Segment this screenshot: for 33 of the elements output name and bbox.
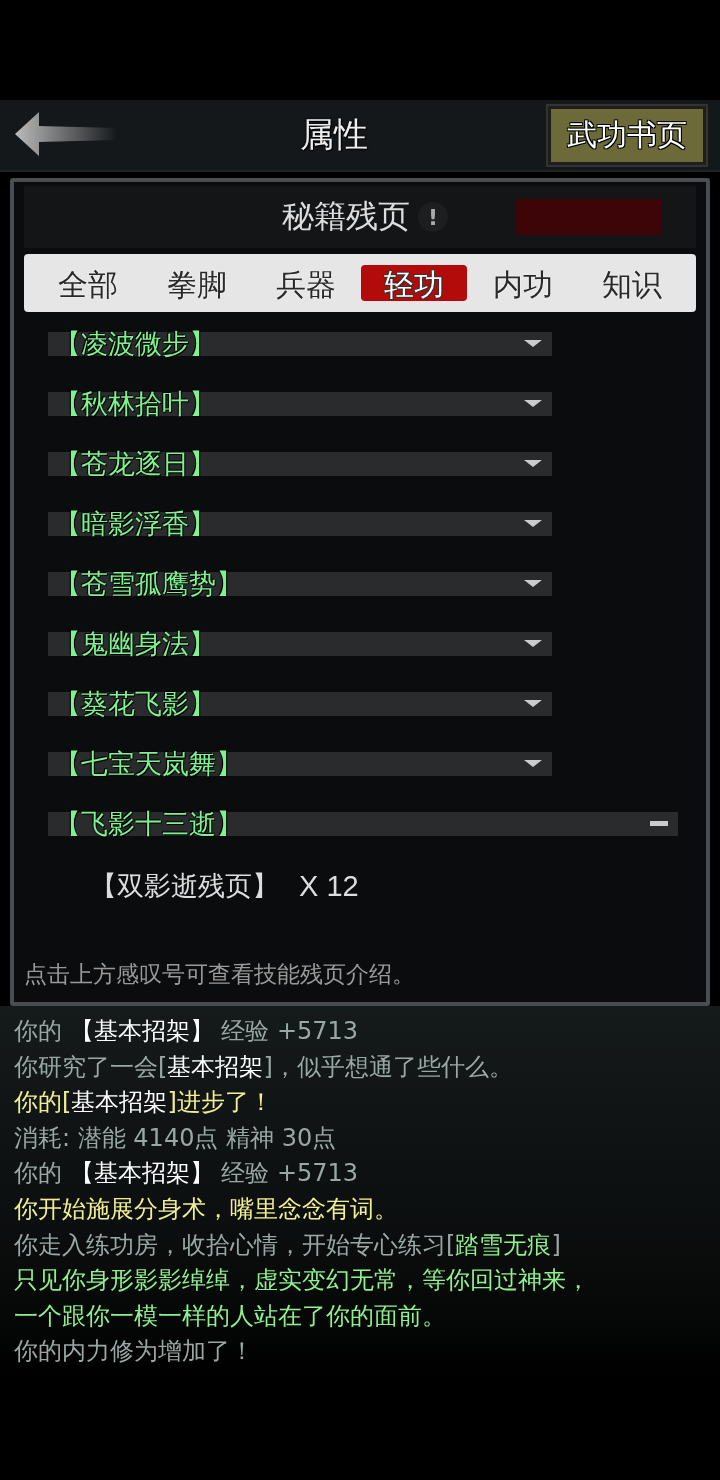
log-line: 你开始施展分身术，嘴里念念有词。 xyxy=(14,1193,399,1225)
collapse-icon xyxy=(650,821,668,827)
log-line: 你的内力修为增加了！ xyxy=(14,1336,255,1368)
dropdown-icon xyxy=(524,520,542,528)
category-tab[interactable]: 全部 xyxy=(35,265,142,301)
hint-text: 点击上方感叹号可查看技能残页介绍。 xyxy=(24,960,416,989)
fragment-count: X 12 xyxy=(299,869,359,903)
fragment-name: 【双影逝残页】 xyxy=(90,869,279,903)
category-tab[interactable]: 内功 xyxy=(469,265,576,301)
page-title: 属性 xyxy=(300,113,368,156)
category-tab[interactable]: 拳脚 xyxy=(144,265,250,301)
back-arrow-icon xyxy=(13,110,117,158)
log-line: 你的 【基本招架】 经验 +5713 xyxy=(14,1016,360,1047)
dropdown-icon xyxy=(524,640,542,648)
dropdown-icon xyxy=(524,580,542,588)
dropdown-icon xyxy=(524,700,542,708)
log-line: 只见你身形影影绰绰，虚实变幻无常，等你回过神来， xyxy=(14,1265,591,1297)
dropdown-icon xyxy=(524,460,542,468)
log-line: 一个跟你一模一样的人站在了你的面前。 xyxy=(14,1300,447,1332)
info-button[interactable]: ! xyxy=(418,202,448,232)
category-tab[interactable]: 轻功 xyxy=(361,265,468,301)
log-line: 你的 【基本招架】 经验 +5713 xyxy=(14,1158,360,1190)
panel-title: 秘籍残页 xyxy=(282,196,410,237)
log-line: 你研究了一会[基本招架]，似乎想通了些什么。 xyxy=(14,1051,514,1083)
log-line: 你走入练功房，收拾心情，开始专心练习[踏雪无痕] xyxy=(14,1229,562,1261)
dropdown-icon xyxy=(524,760,542,768)
log-line: 消耗: 潜能 4140点 精神 30点 xyxy=(14,1122,338,1154)
category-tab[interactable]: 兵器 xyxy=(252,265,359,301)
dropdown-icon xyxy=(524,400,542,408)
log-line: 你的[基本招架]进步了！ xyxy=(14,1087,274,1119)
category-tab[interactable]: 知识 xyxy=(578,265,685,301)
martial-pages-button[interactable]: 武功书页 xyxy=(548,105,706,165)
dropdown-icon xyxy=(524,340,542,348)
